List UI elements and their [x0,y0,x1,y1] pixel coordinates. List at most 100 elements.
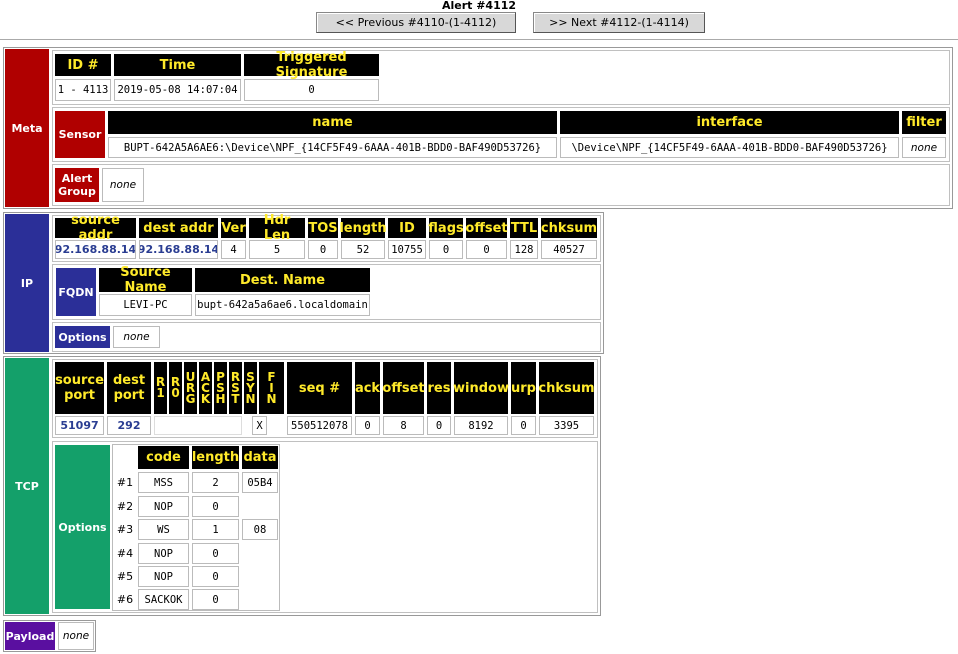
flag-letter: N [266,391,277,406]
ip-length: 52 [341,240,385,259]
tcp-window: 8192 [454,416,508,435]
tcp-urp: 0 [511,416,536,435]
fqdn-dest-name: bupt-642a5a6ae6.localdomain [195,294,370,316]
tcp-urp-header: urp [511,362,536,414]
tcp-flag-syn-value: X [252,416,267,435]
flag-letter: 0 [171,386,180,400]
flag-letter: N [245,391,256,406]
ip-offset-header: offset [465,218,508,238]
tcp-opt-code: NOP [138,543,189,564]
tcp-opt-row-num: #5 [116,570,134,583]
tcp-opt-length-header: length [192,446,239,469]
triggered-signature: 0 [244,79,379,101]
tcp-source-port-header: source port [55,362,104,414]
tcp-opt-length: 0 [192,543,239,564]
tcp-opt-code: SACKOK [138,589,189,610]
flag-letter: G [185,391,196,406]
ip-hdr-len-header: Hdr Len [249,213,305,243]
ip-chksum: 40527 [541,240,597,259]
ip-options-label: Options [55,326,110,348]
tcp-source-port-header-l2: port [64,388,95,403]
ip-dest-addr[interactable]: 192.168.88.143 [139,240,218,259]
tcp-ack: 0 [355,416,380,435]
fqdn-source-name: LEVI-PC [99,294,192,316]
payload-value: none [58,622,94,650]
tcp-chksum: 3395 [539,416,594,435]
sensor-name: BUPT-642A5A6AE6:\Device\NPF_{14CF5F49-6A… [108,137,557,158]
tcp-opt-row-num: #3 [116,523,134,536]
ip-offset: 0 [466,240,507,259]
ip-source-addr[interactable]: 192.168.88.145 [55,240,136,259]
alert-time: 2019-05-08 14:07:04 [114,79,241,101]
tcp-opt-row-num: #2 [116,500,134,513]
ip-id-header: ID [388,218,426,238]
tcp-opt-row-num: #6 [116,593,134,606]
ip-tos-header: TOS [308,218,338,238]
tcp-opt-data-header: data [242,446,278,469]
flag-letter: K [200,391,211,406]
ip-flags-header: flags [428,218,464,238]
meta-label: Meta [5,49,49,207]
alert-group-panel [52,164,950,206]
tcp-opt-length: 1 [192,519,239,540]
tcp-opt-code-header: code [138,446,189,469]
tcp-opt-row-num: #4 [116,547,134,560]
tcp-offset-header: offset [382,362,425,414]
ip-source-addr-header: source addr [55,213,136,243]
tcp-opt-data: 08 [242,519,278,540]
tcp-opt-row-num: #1 [116,476,134,489]
sensor-interface-header: interface [560,111,899,134]
tcp-source-port-header-l1: source [55,373,104,388]
tcp-flag-psh-header: PSH [214,362,227,414]
time-header: Time [114,54,241,76]
ip-tos: 0 [308,240,338,259]
tcp-flag-fin-header: FIN [259,362,284,414]
tcp-opt-code: NOP [138,496,189,517]
tcp-res-header: res [427,362,451,414]
tcp-label: TCP [5,358,49,614]
tcp-opt-length: 0 [192,496,239,517]
ip-id: 10755 [388,240,426,259]
tcp-dest-port-header-l1: dest [112,373,146,388]
ip-flags: 0 [429,240,463,259]
ip-length-header: length [339,218,387,238]
alert-group-label: Alert Group [55,168,99,202]
ip-ttl-header: TTL [510,218,538,238]
tcp-dest-port[interactable]: 292 [107,416,151,435]
alert-group-label-line2: Group [58,185,96,198]
tcp-opt-data: 05B4 [242,472,278,493]
tcp-opt-length: 0 [192,589,239,610]
payload-label: Payload [5,622,55,650]
tcp-ack-header: ack [355,362,380,414]
fqdn-label: FQDN [56,268,96,316]
ip-ttl: 128 [510,240,538,259]
tcp-options-label: Options [55,445,110,609]
previous-alert-button[interactable]: << Previous #4110-(1-4112) [316,12,516,33]
tcp-opt-code: WS [138,519,189,540]
next-alert-button[interactable]: >> Next #4112-(1-4114) [533,12,705,33]
ip-label: IP [5,214,49,352]
flag-letter: H [215,391,226,406]
fqdn-dest-name-header: Dest. Name [195,268,370,292]
flag-letter: 1 [156,386,165,400]
alert-group-value: none [102,168,144,202]
tcp-flag-r1-header: R1 [154,362,167,414]
ip-ver: 4 [221,240,246,259]
alert-group-label-line1: Alert [61,172,93,185]
tcp-res: 0 [427,416,451,435]
tcp-dest-port-header-l2: port [113,388,145,403]
header-divider [0,39,958,41]
tcp-flag-rst-header: RST [229,362,242,414]
ip-options-value: none [113,326,160,348]
alert-id: 1 - 4113 [55,79,111,101]
tcp-seq: 550512078 [287,416,352,435]
ip-hdr-len: 5 [249,240,305,259]
tcp-flags-empty [154,416,242,435]
tcp-opt-code: NOP [138,566,189,587]
tcp-source-port[interactable]: 51097 [55,416,104,435]
tcp-opt-code: MSS [138,472,189,493]
tcp-flag-ack-header: ACK [199,362,212,414]
tcp-flag-r0-header: R0 [169,362,182,414]
tcp-flag-syn-header: SYN [244,362,257,414]
fqdn-source-name-header: Source Name [99,265,192,295]
